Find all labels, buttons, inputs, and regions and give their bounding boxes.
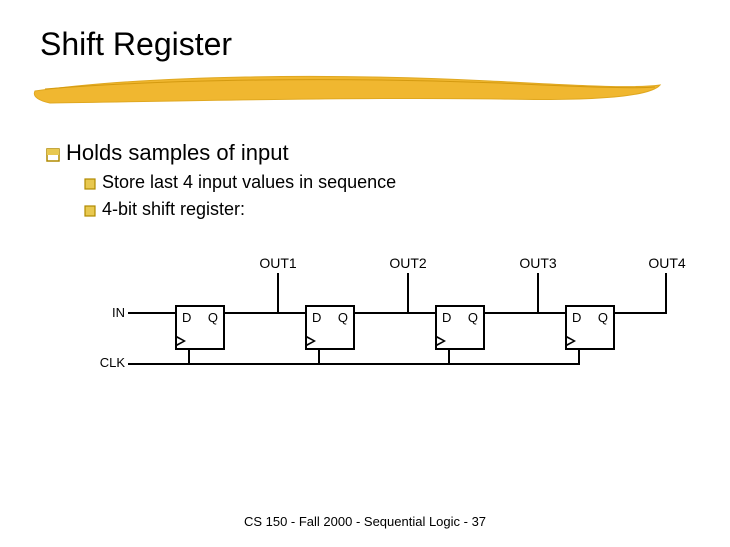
ff-d-label: D bbox=[572, 310, 581, 325]
ff-q-label: Q bbox=[338, 310, 348, 325]
wire bbox=[225, 312, 305, 314]
out4-label: OUT4 bbox=[642, 255, 692, 271]
z-bullet-icon bbox=[46, 148, 60, 162]
flipflop-2: D Q bbox=[305, 305, 355, 350]
bullet-level-2b: 4-bit shift register: bbox=[84, 199, 690, 220]
ff-q-label: Q bbox=[468, 310, 478, 325]
y-bullet-icon bbox=[84, 205, 96, 217]
clock-wedge-icon bbox=[437, 336, 446, 346]
in-label: IN bbox=[95, 305, 125, 320]
wire bbox=[407, 273, 409, 313]
wire bbox=[578, 348, 580, 365]
clock-wedge-icon bbox=[567, 336, 576, 346]
ff-d-label: D bbox=[312, 310, 321, 325]
brush-underline bbox=[30, 67, 670, 107]
slide-footer: CS 150 - Fall 2000 - Sequential Logic - … bbox=[0, 514, 730, 529]
out1-label: OUT1 bbox=[253, 255, 303, 271]
wire bbox=[128, 363, 580, 365]
ff-q-label: Q bbox=[208, 310, 218, 325]
bullet-level-1: Holds samples of input bbox=[46, 140, 690, 166]
wire bbox=[615, 312, 667, 314]
wire bbox=[277, 273, 279, 313]
flipflop-1: D Q bbox=[175, 305, 225, 350]
wire bbox=[188, 348, 190, 365]
flipflop-4: D Q bbox=[565, 305, 615, 350]
bullet-2a-text: Store last 4 input values in sequence bbox=[102, 172, 396, 193]
wire bbox=[318, 348, 320, 365]
y-bullet-icon bbox=[84, 178, 96, 190]
flipflop-3: D Q bbox=[435, 305, 485, 350]
wire bbox=[665, 273, 667, 314]
bullet-1-text: Holds samples of input bbox=[66, 140, 289, 166]
ff-d-label: D bbox=[182, 310, 191, 325]
bullet-list: Holds samples of input Store last 4 inpu… bbox=[40, 140, 690, 220]
wire bbox=[128, 312, 175, 314]
clk-label: CLK bbox=[90, 355, 125, 370]
clock-wedge-icon bbox=[177, 336, 186, 346]
ff-d-label: D bbox=[442, 310, 451, 325]
wire bbox=[448, 348, 450, 365]
bullet-level-2a: Store last 4 input values in sequence bbox=[84, 172, 690, 193]
shift-register-diagram: OUT1 OUT2 OUT3 OUT4 D Q D Q D Q D Q bbox=[100, 255, 660, 395]
slide: Shift Register Holds samples of input St… bbox=[0, 0, 730, 547]
slide-title: Shift Register bbox=[40, 26, 690, 63]
clock-wedge-icon bbox=[307, 336, 316, 346]
wire bbox=[485, 312, 565, 314]
wire bbox=[355, 312, 435, 314]
out3-label: OUT3 bbox=[513, 255, 563, 271]
bullet-2b-text: 4-bit shift register: bbox=[102, 199, 245, 220]
ff-q-label: Q bbox=[598, 310, 608, 325]
out2-label: OUT2 bbox=[383, 255, 433, 271]
wire bbox=[537, 273, 539, 313]
